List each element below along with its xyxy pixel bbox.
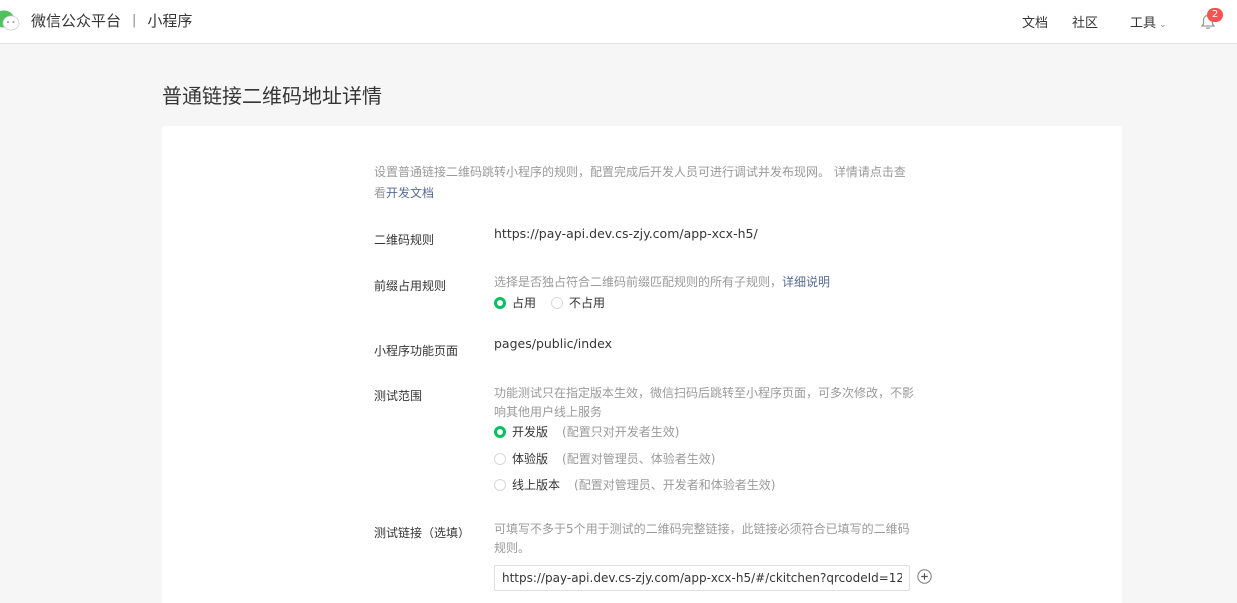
page-title: 普通链接二维码地址详情 — [162, 84, 382, 108]
nav-tools-label: 工具 — [1130, 16, 1157, 31]
chevron-down-icon: ⌄ — [1159, 20, 1167, 30]
nav-tools-menu[interactable]: 工具 ⌄ — [1130, 12, 1167, 31]
scope-option-dev[interactable]: 开发版 (配置只对开发者生效) — [494, 423, 679, 440]
test-scope-label: 测试范围 — [374, 389, 423, 403]
prefix-option-not-occupy[interactable]: 不占用 — [551, 294, 605, 311]
qr-rule-label: 二维码规则 — [374, 233, 435, 247]
prefix-rule-label: 前缀占用规则 — [374, 279, 447, 293]
intro-description: 设置普通链接二维码跳转小程序的规则，配置完成后开发人员可进行调试并发布现网。 详… — [374, 165, 906, 200]
prefix-option-occupy[interactable]: 占用 — [494, 294, 536, 311]
qr-rule-value: https://pay-api.dev.cs-zjy.com/app-xcx-h… — [494, 226, 758, 241]
prefix-rule-hint: 选择是否独占符合二维码前缀匹配规则的所有子规则，详细说明 — [494, 273, 914, 292]
scope-option-online-note: (配置对管理员、开发者和体验者生效) — [574, 478, 776, 492]
add-circle-icon[interactable] — [917, 569, 932, 584]
brand-separator: | — [132, 13, 137, 28]
dev-docs-link[interactable]: 开发文档 — [386, 186, 434, 200]
scope-option-trial-note: (配置对管理员、体验者生效) — [562, 452, 716, 466]
scope-option-dev-label: 开发版 — [512, 425, 549, 439]
brand-name: 微信公众平台 — [31, 12, 122, 30]
radio-unchecked-icon — [551, 296, 563, 309]
prefix-rule-hint-text: 选择是否独占符合二维码前缀匹配规则的所有子规则， — [494, 275, 783, 289]
product-name: 小程序 — [147, 12, 193, 30]
wechat-logo-icon[interactable] — [0, 8, 20, 32]
scope-option-online-label: 线上版本 — [512, 478, 561, 492]
scope-option-dev-note: (配置只对开发者生效) — [562, 425, 680, 439]
notification-badge: 2 — [1207, 8, 1223, 22]
test-link-input[interactable] — [494, 565, 910, 591]
test-scope-hint: 功能测试只在指定版本生效，微信扫码后跳转至小程序页面，可多次修改，不影响其他用户… — [494, 386, 915, 419]
radio-checked-icon — [494, 425, 506, 438]
scope-option-online[interactable]: 线上版本 (配置对管理员、开发者和体验者生效) — [494, 476, 775, 493]
brand[interactable]: 微信公众平台 | 小程序 — [31, 10, 192, 31]
page-path-value: pages/public/index — [494, 336, 612, 351]
page-path-label: 小程序功能页面 — [374, 344, 459, 358]
intro-text: 设置普通链接二维码跳转小程序的规则，配置完成后开发人员可进行调试并发布现网。 详… — [374, 162, 914, 204]
prefix-option-not-occupy-label: 不占用 — [569, 296, 606, 310]
radio-unchecked-icon — [494, 452, 506, 465]
radio-unchecked-icon — [494, 478, 506, 491]
nav-community-link[interactable]: 社区 — [1072, 12, 1098, 31]
test-links-hint: 可填写不多于5个用于测试的二维码完整链接，此链接必须符合已填写的二维码规则。 — [494, 522, 910, 555]
nav-docs-link[interactable]: 文档 — [1022, 12, 1048, 31]
prefix-option-occupy-label: 占用 — [512, 296, 537, 310]
top-bar: 微信公众平台 | 小程序 文档 社区 工具 ⌄ 2 — [0, 0, 1237, 44]
scope-option-trial-label: 体验版 — [512, 452, 549, 466]
radio-checked-icon — [494, 296, 506, 309]
scope-option-trial[interactable]: 体验版 (配置对管理员、体验者生效) — [494, 450, 715, 467]
test-links-label: 测试链接（选填） — [374, 526, 471, 540]
prefix-detail-link[interactable]: 详细说明 — [782, 275, 830, 289]
